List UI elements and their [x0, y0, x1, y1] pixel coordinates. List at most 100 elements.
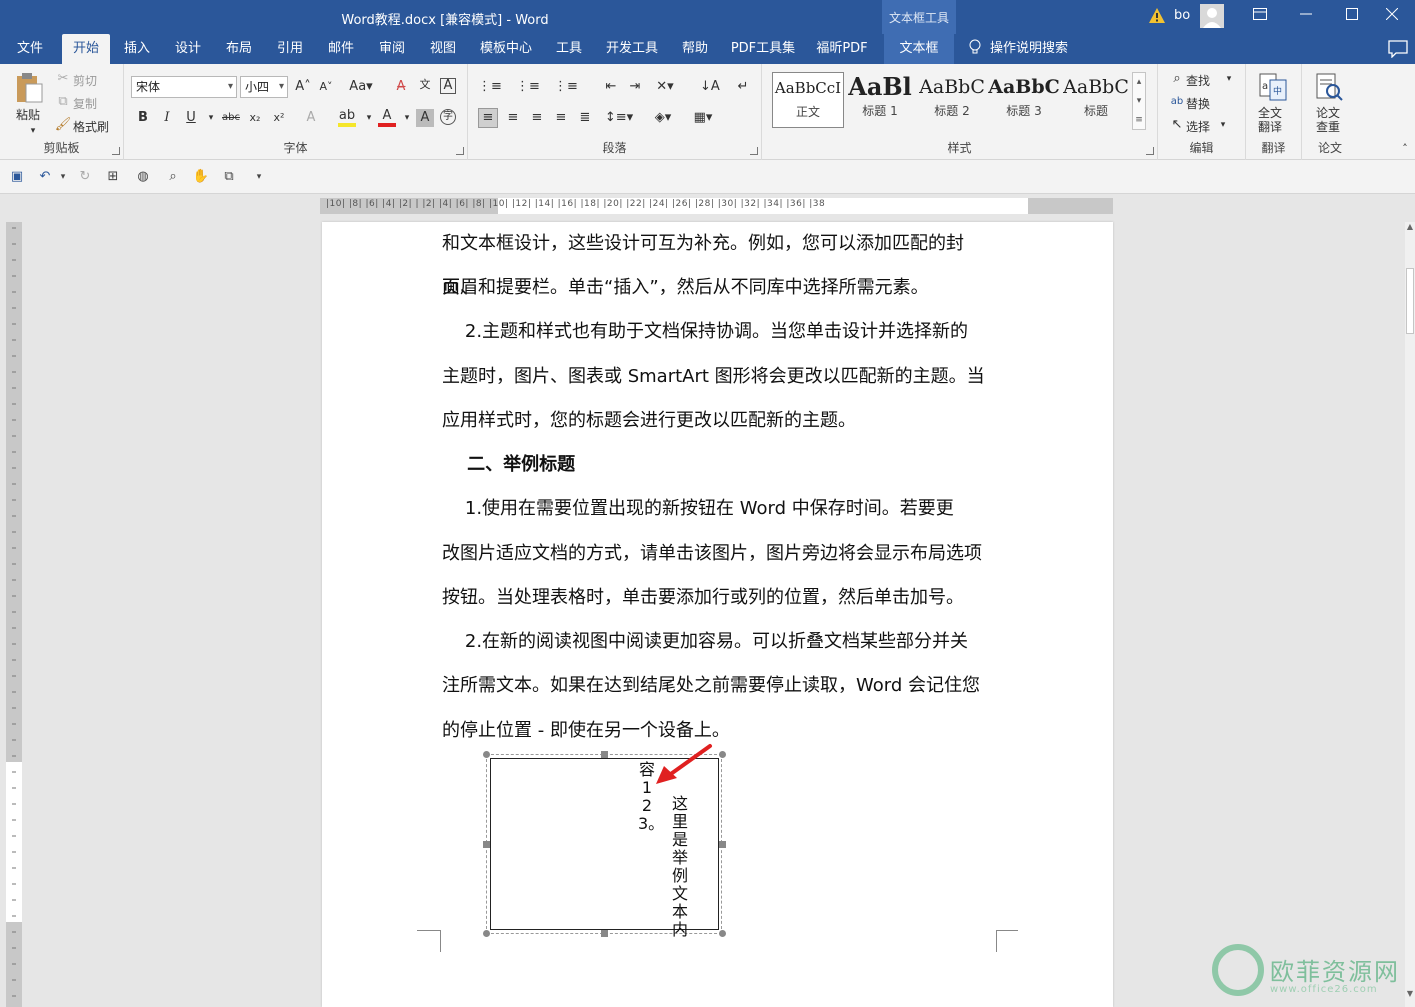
undo-icon[interactable]: ↶ [36, 168, 54, 186]
print-preview-icon[interactable]: ⌕ [164, 168, 182, 186]
touch-mode-icon[interactable]: ✋ [192, 168, 210, 186]
paper-check-label[interactable]: 论文 查重 [1316, 106, 1340, 134]
font-size-combo[interactable]: 小四 [240, 76, 288, 98]
change-case-icon[interactable]: Aa▾ [346, 78, 376, 96]
tab-foxit-pdf[interactable]: 福昕PDF [808, 34, 876, 64]
resize-handle-bottom-left[interactable] [483, 930, 490, 937]
scroll-up-icon[interactable]: ▲ [1405, 222, 1415, 240]
tab-help[interactable]: 帮助 [672, 34, 718, 64]
style-normal[interactable]: AaBbCcI 正文 [772, 72, 844, 128]
resize-handle-top[interactable] [601, 751, 608, 758]
paragraph-line[interactable]: 改图片适应文档的方式，请单击该图片，图片旁边将会显示布局选项 [442, 532, 995, 576]
find-icon[interactable]: ⌕ [1168, 70, 1186, 88]
borders-icon[interactable]: ▦▾ [688, 109, 718, 127]
paragraph-line[interactable]: 主题时，图片、图表或 SmartArt 图形将会更改以匹配新的主题。当 [442, 355, 995, 399]
resize-handle-right[interactable] [719, 841, 726, 848]
tab-mailings[interactable]: 邮件 [318, 34, 364, 64]
font-launcher[interactable] [456, 147, 464, 155]
resize-handle-left[interactable] [483, 841, 490, 848]
textbox-text-column-1[interactable]: 这里是举例文本内 [671, 795, 689, 939]
font-color-icon[interactable]: A [378, 107, 396, 127]
bold-icon[interactable]: B [134, 109, 152, 127]
char-shading-icon[interactable]: A [416, 109, 434, 127]
avatar[interactable] [1200, 4, 1224, 28]
paragraph-line[interactable]: 的停止位置 - 即使在另一个设备上。 [442, 709, 995, 753]
find-dropdown-icon[interactable]: ▾ [1220, 70, 1238, 88]
tab-layout[interactable]: 布局 [216, 34, 262, 64]
select-dropdown-icon[interactable]: ▾ [1214, 116, 1232, 134]
tab-developer[interactable]: 开发工具 [600, 34, 664, 64]
styles-launcher[interactable] [1146, 147, 1154, 155]
shading-icon[interactable]: ◈▾ [648, 109, 678, 127]
tab-design[interactable]: 设计 [165, 34, 211, 64]
style-heading-1[interactable]: AaBl 标题 1 [844, 72, 916, 128]
close-button[interactable] [1369, 0, 1415, 34]
distributed-icon[interactable]: ≣ [576, 109, 594, 127]
paragraph-line[interactable]: 应用样式时，您的标题会进行更改以匹配新的主题。 [442, 399, 995, 443]
collapse-ribbon-icon[interactable]: ˄ [1396, 140, 1414, 158]
ribbon-display-button[interactable] [1237, 0, 1283, 34]
subscript-icon[interactable]: x₂ [246, 109, 264, 127]
paste-label[interactable]: 粘贴 [16, 106, 40, 123]
style-heading-3[interactable]: AaBbC 标题 3 [988, 72, 1060, 128]
redo-icon[interactable]: ↻ [76, 168, 94, 186]
clear-format-icon[interactable]: A̶ [392, 78, 410, 96]
multilevel-list-icon[interactable]: ⋮≡ [554, 78, 578, 96]
line-spacing-icon[interactable]: ↕≡▾ [604, 109, 634, 127]
style-title[interactable]: AaBbC 标题 [1060, 72, 1132, 128]
paragraph-line[interactable]: 按钮。当处理表格时，单击要添加行或列的位置，然后单击加号。 [442, 576, 995, 620]
enclose-char-icon[interactable]: 字 [440, 109, 456, 125]
show-marks-icon[interactable]: ↵ [734, 78, 752, 96]
comment-icon[interactable] [1388, 40, 1408, 58]
paste-dropdown-icon[interactable]: ▾ [24, 122, 42, 140]
paste-icon[interactable] [14, 72, 44, 104]
grow-font-icon[interactable]: A˄ [294, 78, 312, 96]
tab-template-center[interactable]: 模板中心 [474, 34, 538, 64]
style-heading-2[interactable]: AaBbC 标题 2 [916, 72, 988, 128]
multi-page-icon[interactable]: ⧉ [220, 168, 238, 186]
tab-home[interactable]: 开始 [62, 34, 110, 64]
format-painter-icon[interactable]: 🖌 [54, 116, 72, 134]
read-mode-icon[interactable]: ⊞ [104, 168, 122, 186]
numbering-icon[interactable]: ⋮≡ [516, 78, 540, 96]
tab-file[interactable]: 文件 [6, 34, 54, 64]
resize-handle-bottom-right[interactable] [719, 930, 726, 937]
tab-references[interactable]: 引用 [267, 34, 313, 64]
font-color-dropdown-icon[interactable]: ▾ [398, 109, 416, 127]
superscript-icon[interactable]: x² [270, 109, 288, 127]
chinese-layout-icon[interactable]: ✕▾ [656, 78, 674, 96]
tab-pdf-tools[interactable]: PDF工具集 [726, 34, 800, 64]
user-name[interactable]: bo [1174, 8, 1190, 23]
resize-handle-top-right[interactable] [719, 751, 726, 758]
text-effects-icon[interactable]: A [302, 109, 320, 127]
paragraph-line[interactable]: 页眉和提要栏。单击“插入”，然后从不同库中选择所需元素。 [442, 266, 995, 310]
replace-icon[interactable]: ab [1168, 93, 1186, 111]
undo-dropdown-icon[interactable]: ▾ [54, 168, 72, 186]
char-border-icon[interactable]: A [440, 78, 456, 94]
vertical-scrollbar[interactable]: ▲ ▼ [1405, 222, 1415, 1007]
replace-label[interactable]: 替换 [1186, 95, 1210, 112]
copy-icon[interactable]: ⧉ [54, 93, 72, 111]
tab-insert[interactable]: 插入 [114, 34, 160, 64]
copy-label[interactable]: 复制 [73, 95, 97, 112]
horizontal-ruler[interactable]: |10| |8| |6| |4| |2| | |2| |4| |6| |8| |… [320, 198, 1113, 214]
strikethrough-icon[interactable]: abc [220, 109, 242, 127]
customize-qat-icon[interactable]: ▾ [250, 168, 268, 186]
styles-scroll[interactable]: ▴ ▾ ≡ [1132, 72, 1146, 130]
tell-me-search[interactable]: 操作说明搜索 [968, 34, 1068, 64]
select-icon[interactable]: ↖ [1168, 116, 1186, 134]
scroll-thumb[interactable] [1406, 268, 1414, 334]
underline-icon[interactable]: U [182, 109, 200, 127]
select-label[interactable]: 选择 [1186, 118, 1210, 135]
bullets-icon[interactable]: ⋮≡ [478, 78, 502, 96]
increase-indent-icon[interactable]: ⇥ [626, 78, 644, 96]
paragraph-line[interactable]: 2.主题和样式也有助于文档保持协调。当您单击设计并选择新的 [442, 310, 995, 354]
paragraph-launcher[interactable] [750, 147, 758, 155]
clipboard-launcher[interactable] [112, 147, 120, 155]
find-label[interactable]: 查找 [1186, 72, 1210, 89]
cut-label[interactable]: 剪切 [73, 72, 97, 89]
tab-tools[interactable]: 工具 [546, 34, 592, 64]
paragraph-line[interactable]: 2.在新的阅读视图中阅读更加容易。可以折叠文档某些部分并关 [442, 620, 995, 664]
shrink-font-icon[interactable]: A˅ [317, 78, 335, 96]
cut-icon[interactable]: ✂ [54, 70, 72, 88]
